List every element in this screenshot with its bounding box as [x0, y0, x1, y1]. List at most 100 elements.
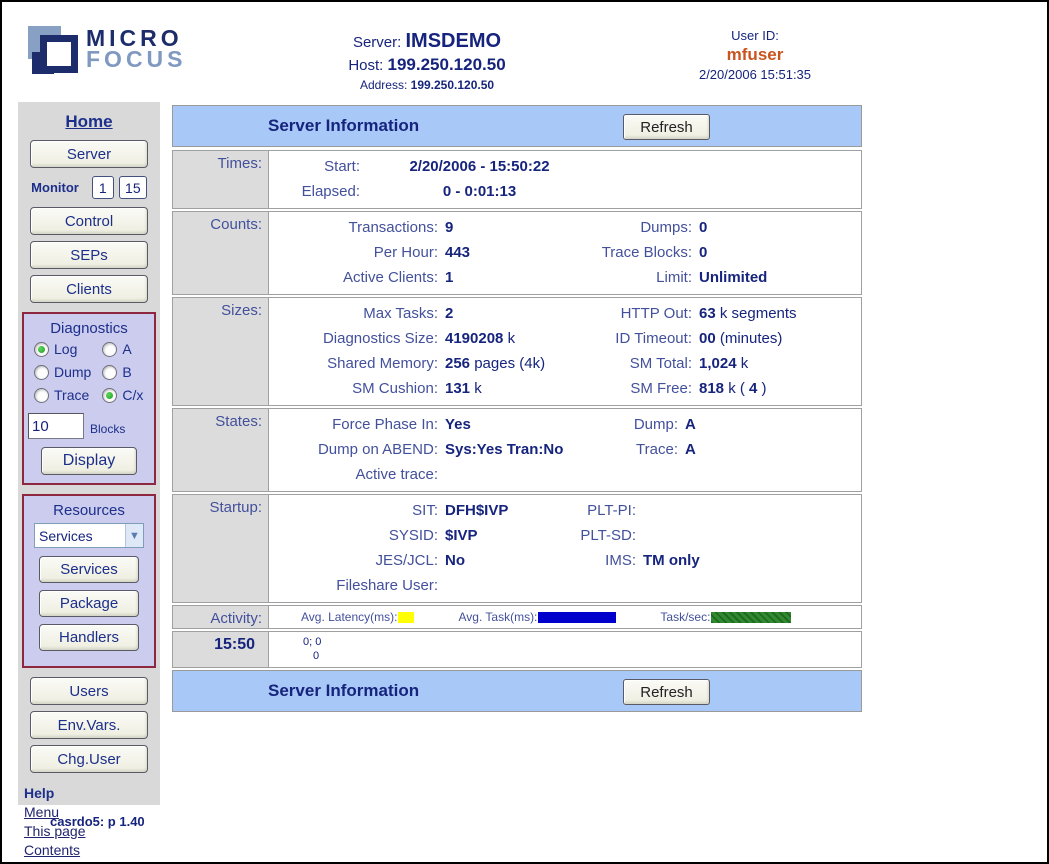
field-label: SYSID: [269, 523, 445, 548]
chevron-down-icon[interactable]: ▼ [125, 524, 143, 547]
field-value-bold: 00 [699, 330, 716, 347]
services-button[interactable]: Services [39, 556, 139, 583]
user-id-value: mfuser [655, 45, 855, 65]
field-value: DFH$IVP [445, 498, 557, 523]
address-value: 199.250.120.50 [411, 78, 494, 92]
activity-legend-label: Task/sec: [660, 610, 710, 624]
info-header-bar-top: Server Information Refresh [172, 105, 862, 147]
field-value-bold: Yes [445, 416, 471, 433]
field-value: 1,024 k [699, 351, 861, 376]
radio-option-cx[interactable]: C/x [102, 387, 154, 403]
section-startup: Startup:SIT:DFH$IVPPLT-PI:SYSID:$IVPPLT-… [172, 494, 862, 603]
field-value: A [685, 412, 861, 437]
field-value: 443 [445, 240, 557, 265]
section-label-startup: Startup: [172, 494, 269, 603]
help-link-contents[interactable]: Contents [24, 842, 160, 858]
field-label: ID Timeout: [557, 326, 699, 351]
radio-button-icon[interactable] [34, 365, 49, 380]
field-value-bold: DFH$IVP [445, 502, 508, 519]
field-label: Per Hour: [269, 240, 445, 265]
radio-option-log[interactable]: Log [34, 341, 102, 357]
logo-square-outline [40, 35, 78, 73]
section-label-times: Times: [172, 150, 269, 209]
field-value: A [685, 437, 861, 462]
monitor-input-2[interactable] [119, 176, 147, 199]
server-button[interactable]: Server [30, 140, 148, 168]
field-value-bold: 818 [699, 380, 724, 397]
blocks-input[interactable] [28, 413, 84, 439]
field-value-bold: 0 [699, 244, 707, 261]
logo-word-focus: FOCUS [86, 49, 187, 70]
field-value-bold: Unlimited [699, 269, 767, 286]
activity-legend-label: Avg. Task(ms): [458, 610, 537, 624]
diagnostics-title: Diagnostics [24, 320, 154, 337]
field-label: Dumps: [557, 215, 699, 240]
field-label: SM Total: [557, 351, 699, 376]
diagnostics-radio-group: LogADumpBTraceC/x [24, 341, 154, 403]
field-value-suffix: k ( [724, 380, 749, 397]
package-button[interactable]: Package [39, 590, 139, 617]
field-label: SM Free: [557, 376, 699, 401]
field-label: Transactions: [269, 215, 445, 240]
section-clock: 15:500; 00 [172, 631, 862, 668]
field-value-suffix: k [470, 380, 482, 397]
radio-button-icon[interactable] [34, 388, 49, 403]
field-value [445, 573, 557, 598]
field-label: Start: [269, 154, 367, 179]
logo-text: MICRO FOCUS [86, 28, 187, 70]
field-value-suffix: k [503, 330, 515, 347]
users-button[interactable]: Users [30, 677, 148, 705]
refresh-button-top[interactable]: Refresh [623, 114, 710, 140]
field-value-bold: 131 [445, 380, 470, 397]
chg-user-button[interactable]: Chg.User [30, 745, 148, 773]
radio-button-icon[interactable] [102, 388, 117, 403]
radio-button-icon[interactable] [102, 365, 117, 380]
monitor-row: Monitor [18, 176, 160, 199]
radio-option-a[interactable]: A [102, 341, 154, 357]
field-value-bold: 1 [445, 269, 453, 286]
field-value [685, 462, 861, 487]
field-value-bold: $IVP [445, 527, 478, 544]
panel-title: Server Information [268, 116, 419, 136]
field-value [445, 462, 601, 487]
field-value: 0 [699, 240, 861, 265]
field-label: Trace Blocks: [557, 240, 699, 265]
radio-option-dump[interactable]: Dump [34, 364, 102, 380]
field-value: 818 k ( 4 ) [699, 376, 861, 401]
radio-button-icon[interactable] [102, 342, 117, 357]
display-button[interactable]: Display [41, 447, 137, 475]
field-value [643, 573, 861, 598]
field-value-bold: 1,024 [699, 355, 737, 372]
info-header-bar-bottom: Server Information Refresh [172, 670, 862, 712]
field-label: IMS: [557, 548, 643, 573]
seps-button[interactable]: SEPs [30, 241, 148, 269]
field-label: PLT-SD: [557, 523, 643, 548]
field-label: Force Phase In: [269, 412, 445, 437]
field-value: 131 k [445, 376, 557, 401]
field-label: Elapsed: [269, 179, 367, 204]
handlers-button[interactable]: Handlers [39, 624, 139, 651]
refresh-button-bottom[interactable]: Refresh [623, 679, 710, 705]
env-vars-button[interactable]: Env.Vars. [30, 711, 148, 739]
field-value: 2 [445, 301, 557, 326]
monitor-input-1[interactable] [92, 176, 114, 199]
field-value-bold: 4190208 [445, 330, 503, 347]
server-information-panel: Server Information Refresh Times:Start:2… [172, 105, 862, 715]
radio-button-icon[interactable] [34, 342, 49, 357]
home-link[interactable]: Home [18, 112, 160, 132]
user-id-label: User ID: [655, 28, 855, 43]
section-label-sizes: Sizes: [172, 297, 269, 406]
resource-type-select[interactable]: Services ▼ [34, 523, 144, 548]
field-label: Max Tasks: [269, 301, 445, 326]
radio-option-b[interactable]: B [102, 364, 154, 380]
section-states: States:Force Phase In:YesDump:ADump on A… [172, 408, 862, 492]
server-label: Server: [353, 34, 401, 51]
control-button[interactable]: Control [30, 207, 148, 235]
field-value: 2/20/2006 - 15:50:22 [367, 154, 592, 179]
field-value-bold: 443 [445, 244, 470, 261]
field-value-bold: No [445, 552, 465, 569]
field-value: 9 [445, 215, 557, 240]
radio-option-trace[interactable]: Trace [34, 387, 102, 403]
clients-button[interactable]: Clients [30, 275, 148, 303]
spacer [592, 179, 861, 204]
